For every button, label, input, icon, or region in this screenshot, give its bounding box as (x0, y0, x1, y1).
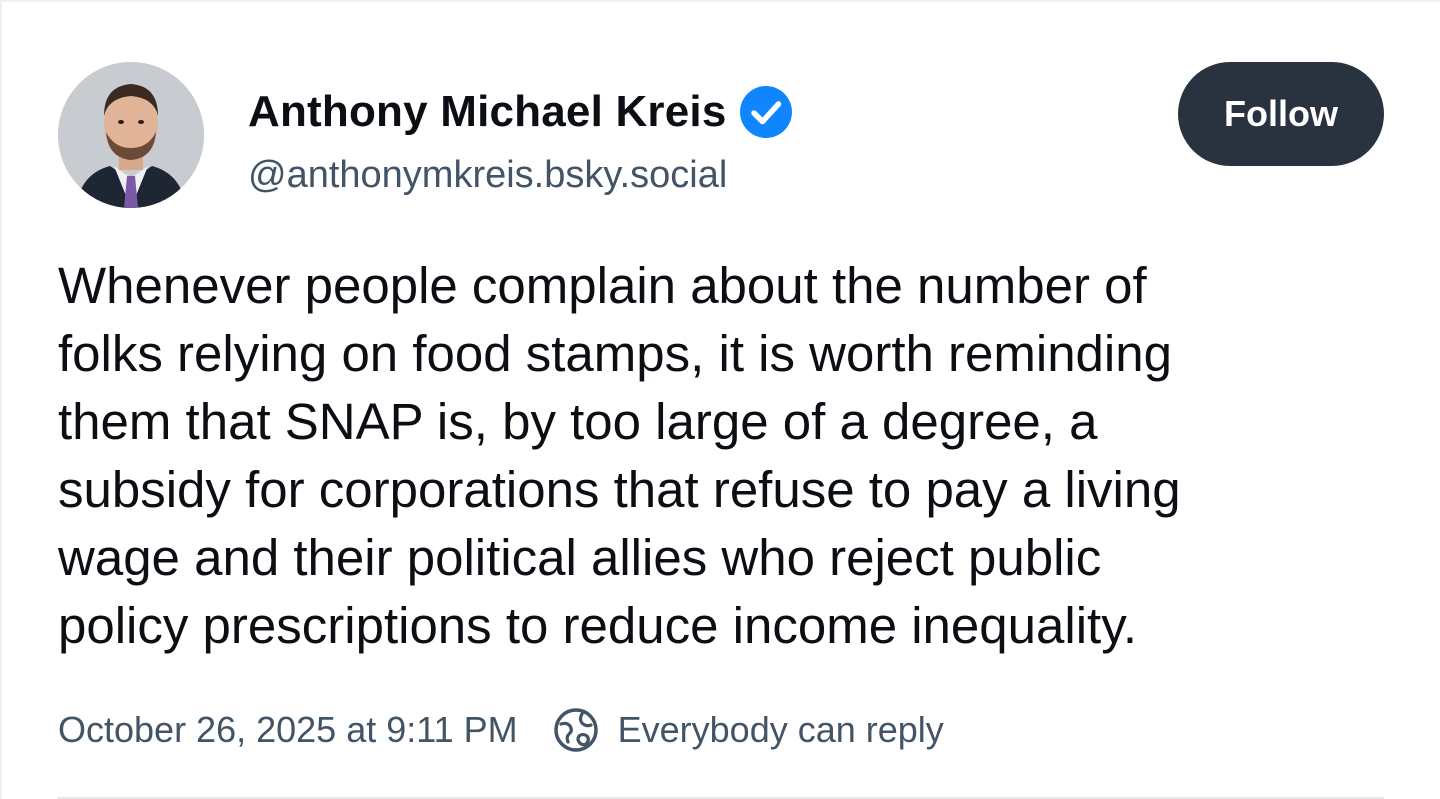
reply-setting[interactable]: Everybody can reply (552, 706, 944, 754)
author-names: Anthony Michael Kreis @anthonymkreis.bsk… (248, 82, 793, 197)
post-header: Anthony Michael Kreis @anthonymkreis.bsk… (58, 62, 1384, 212)
post-text-line: subsidy for corporations that refuse to … (58, 461, 1181, 518)
author-handle[interactable]: @anthonymkreis.bsky.social (248, 154, 793, 197)
post-timestamp[interactable]: October 26, 2025 at 9:11 PM (58, 709, 518, 751)
avatar[interactable] (58, 62, 204, 208)
verified-check-icon[interactable] (739, 85, 793, 139)
post-meta: October 26, 2025 at 9:11 PM Everybody ca… (58, 702, 944, 758)
post-text: Whenever people complain about the numbe… (58, 252, 1368, 660)
follow-button[interactable]: Follow (1178, 62, 1384, 166)
post-text-line: wage and their political allies who reje… (58, 529, 1102, 586)
reply-setting-label: Everybody can reply (617, 709, 944, 750)
post-text-line: folks relying on food stamps, it is wort… (58, 325, 1172, 382)
display-name[interactable]: Anthony Michael Kreis (248, 87, 727, 137)
globe-icon (553, 708, 598, 752)
post-thread-view: Anthony Michael Kreis @anthonymkreis.bsk… (0, 0, 1440, 799)
post-text-line: them that SNAP is, by too large of a deg… (58, 393, 1098, 450)
post-text-line: policy prescriptions to reduce income in… (58, 597, 1138, 654)
post-text-line: Whenever people complain about the numbe… (58, 257, 1147, 314)
display-name-row: Anthony Michael Kreis (248, 82, 793, 142)
avatar-photo (58, 62, 204, 208)
